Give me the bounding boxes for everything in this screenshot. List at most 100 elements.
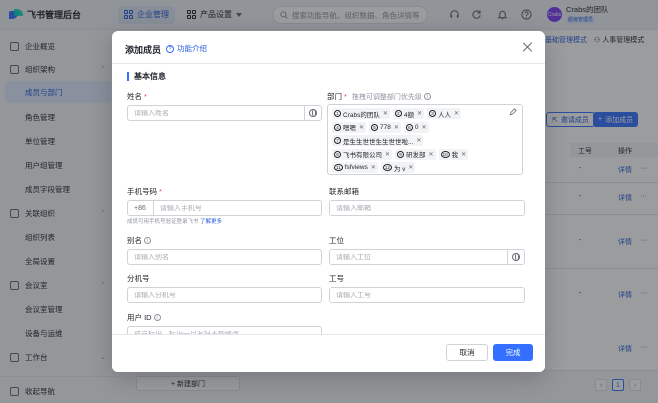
name-label: 姓名 * — [127, 91, 147, 102]
department-hint: 拖拽可调整部门优先级 — [351, 93, 422, 101]
label-text: 联系邮箱 — [329, 187, 359, 196]
edit-icon[interactable] — [509, 108, 517, 116]
phone-hint: 成员可用手机号验证登录飞书 了解更多 — [127, 217, 222, 225]
tag-label: 0 — [414, 123, 419, 131]
label-text: 工号 — [329, 274, 344, 283]
department-tag[interactable]: 11 fsfviews ✕ — [332, 162, 378, 173]
globe-icon — [309, 109, 317, 117]
tag-order: 6 — [405, 123, 413, 131]
position-field[interactable] — [329, 249, 525, 265]
tag-label: 嗯嗯 — [343, 125, 356, 132]
cancel-button[interactable]: 取消 — [446, 344, 488, 361]
info-icon[interactable]: i — [153, 314, 161, 321]
info-icon[interactable]: i — [423, 93, 431, 100]
tag-order: 8 — [334, 150, 341, 158]
position-label: 工位 — [329, 235, 344, 246]
dialog-title: 添加成员 — [125, 45, 162, 55]
remove-tag-icon[interactable]: ✕ — [454, 110, 459, 117]
remove-tag-icon[interactable]: ✕ — [461, 151, 466, 158]
department-selector[interactable]: 1 Crabs的团队 ✕ 2 4额 ✕ 3 人人 ✕ 4 嗯嗯 ✕ 5 778 ✕ 6 0 ✕ 7 是生生… — [327, 104, 523, 175]
tag-order: 10 — [440, 150, 450, 158]
alias-label: 别名 i — [127, 235, 151, 246]
label-text: 工位 — [329, 236, 344, 245]
extension-label: 分机号 — [127, 273, 150, 284]
department-tag[interactable]: 3 人人 ✕ — [427, 108, 462, 119]
remove-tag-icon[interactable]: ✕ — [385, 151, 390, 158]
department-tag[interactable]: 12 为 v ✕ — [380, 162, 416, 173]
remove-tag-icon[interactable]: ✕ — [371, 164, 376, 171]
label-text: 分机号 — [127, 274, 150, 283]
confirm-button[interactable]: 完成 — [493, 344, 533, 361]
department-tag[interactable]: 7 是生生世世生生世世啦... ✕ — [332, 135, 424, 146]
phone-hint-text: 成员可用手机号验证登录飞书 — [127, 219, 199, 225]
dialog-divider — [112, 63, 545, 64]
tag-order: 4 — [334, 123, 341, 131]
alias-input[interactable] — [134, 253, 321, 261]
tag-row: 7 是生生世世生生世世啦... ✕ — [332, 135, 518, 146]
learn-more-link[interactable]: 了解更多 — [200, 219, 222, 225]
close-icon[interactable] — [522, 41, 534, 53]
user-id-label: 用户 ID i — [127, 312, 161, 323]
remove-tag-icon[interactable]: ✕ — [416, 137, 421, 144]
tag-label: Crabs的团队 — [343, 111, 380, 119]
language-button[interactable] — [507, 250, 524, 264]
label-text: 用户 ID — [127, 313, 152, 322]
tag-order: 12 — [382, 164, 392, 171]
globe-icon — [512, 253, 520, 261]
tag-label: 778 — [380, 123, 391, 131]
phone-input[interactable] — [159, 204, 321, 212]
info-icon[interactable]: i — [144, 237, 151, 244]
tag-label: 为 v — [393, 165, 406, 173]
remove-tag-icon[interactable]: ✕ — [429, 151, 434, 158]
remove-tag-icon[interactable]: ✕ — [422, 124, 427, 131]
country-code-select[interactable]: +86 — [134, 201, 154, 215]
required-mark: * — [344, 92, 347, 101]
tag-order: 1 — [334, 110, 341, 117]
tag-label: 我 — [451, 152, 459, 159]
department-tag[interactable]: 8 飞书有限公司 ✕ — [332, 148, 393, 160]
section-title-basic-info: 基本信息 — [127, 72, 166, 81]
tag-order: 11 — [334, 164, 343, 171]
language-button[interactable] — [304, 106, 321, 120]
remove-tag-icon[interactable]: ✕ — [408, 164, 413, 171]
tag-label: 人人 — [438, 111, 452, 119]
tag-row: 4 嗯嗯 ✕ 5 778 ✕ 6 0 ✕ — [332, 121, 518, 133]
employee-no-field[interactable] — [329, 287, 525, 303]
remove-tag-icon[interactable]: ✕ — [394, 124, 399, 131]
department-tag[interactable]: 5 778 ✕ — [369, 121, 401, 133]
tag-order: 7 — [334, 137, 341, 144]
email-field[interactable] — [329, 200, 525, 216]
required-mark: * — [144, 92, 147, 101]
remove-tag-icon[interactable]: ✕ — [359, 124, 364, 131]
email-input[interactable] — [336, 204, 524, 212]
phone-label: 手机号码 * — [127, 186, 162, 197]
department-tag[interactable]: 9 研发部 ✕ — [395, 148, 436, 160]
label-text: 手机号码 — [127, 187, 157, 196]
label-text: 部门 — [327, 92, 342, 101]
department-tag[interactable]: 2 4额 ✕ — [392, 108, 425, 119]
extension-field[interactable] — [127, 287, 322, 303]
department-tag[interactable]: 4 嗯嗯 ✕ — [332, 121, 367, 133]
alias-field[interactable] — [127, 249, 322, 265]
department-tag[interactable]: 1 Crabs的团队 ✕ — [332, 108, 390, 119]
department-label: 部门 * 拖拽可调整部门优先级 i — [327, 91, 431, 102]
name-input[interactable] — [134, 109, 321, 117]
position-input[interactable] — [336, 253, 524, 261]
employee-no-input[interactable] — [336, 291, 524, 299]
required-mark: * — [159, 187, 162, 196]
department-tag[interactable]: 6 0 ✕ — [403, 121, 429, 133]
remove-tag-icon[interactable]: ✕ — [383, 110, 388, 117]
department-tag[interactable]: 10 我 ✕ — [438, 148, 469, 160]
help-circle-icon: ? — [166, 44, 174, 53]
tag-order: 2 — [394, 110, 402, 117]
tag-label: 是生生世世生生世世啦... — [343, 138, 414, 146]
email-label: 联系邮箱 — [329, 186, 359, 197]
tag-label: 飞书有限公司 — [343, 152, 382, 159]
employee-no-label: 工号 — [329, 273, 344, 284]
extension-input[interactable] — [134, 291, 321, 299]
remove-tag-icon[interactable]: ✕ — [417, 110, 422, 117]
feature-intro-link[interactable]: ? 功能介绍 — [166, 43, 207, 54]
phone-field[interactable]: +86 — [127, 200, 322, 216]
name-field[interactable] — [127, 105, 322, 121]
tag-label: fsfviews — [344, 164, 368, 171]
